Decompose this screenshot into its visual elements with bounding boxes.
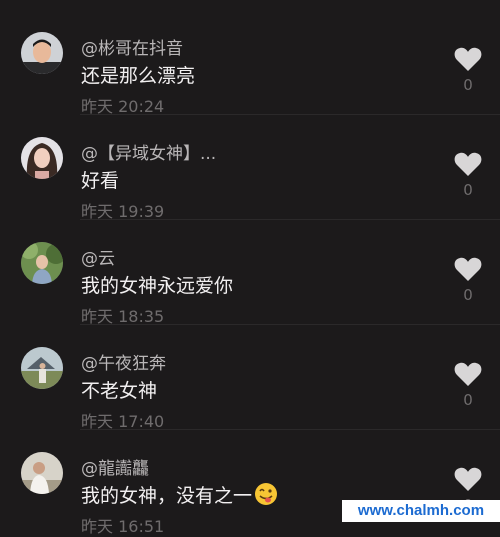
like-count: 0 [463, 391, 473, 409]
comment-list: @彬哥在抖音 还是那么漂亮 昨天 20:24 0 @【异域女神】... 好看 昨… [0, 0, 500, 536]
heart-icon [454, 257, 482, 281]
comment-text: 还是那么漂亮 [81, 65, 196, 87]
like-count: 0 [463, 76, 473, 94]
avatar[interactable] [21, 137, 63, 179]
tongue-out-face-emoji-icon [255, 483, 278, 505]
heart-icon [454, 467, 482, 491]
comment-username[interactable]: @龍讟龘 [81, 454, 149, 479]
comment-text: 我的女神，没有之一 [81, 481, 278, 508]
comment-item[interactable]: @午夜狂奔 不老女神 昨天 17:40 0 [0, 325, 500, 431]
comment-text: 不老女神 [81, 380, 158, 402]
avatar[interactable] [21, 347, 63, 389]
watermark: www.chalmh.com [342, 500, 500, 522]
comment-item[interactable]: @彬哥在抖音 还是那么漂亮 昨天 20:24 0 [0, 10, 500, 116]
comment-item[interactable]: @云 我的女神永远爱你 昨天 18:35 0 [0, 220, 500, 326]
like-count: 0 [463, 181, 473, 199]
like-button[interactable]: 0 [452, 46, 484, 106]
like-button[interactable]: 0 [452, 361, 484, 421]
comment-username[interactable]: @午夜狂奔 [81, 349, 166, 374]
comment-username[interactable]: @【异域女神】... [81, 139, 216, 164]
heart-icon [454, 362, 482, 386]
comment-item[interactable]: @【异域女神】... 好看 昨天 19:39 0 [0, 115, 500, 221]
comment-text: 我的女神永远爱你 [81, 275, 234, 297]
heart-icon [454, 47, 482, 71]
like-button[interactable]: 0 [452, 151, 484, 211]
comment-username[interactable]: @彬哥在抖音 [81, 34, 183, 59]
heart-icon [454, 152, 482, 176]
comment-text: 好看 [81, 170, 120, 192]
avatar[interactable] [21, 452, 63, 494]
comment-text-content: 我的女神，没有之一 [81, 485, 253, 507]
like-button[interactable]: 0 [452, 256, 484, 316]
avatar[interactable] [21, 32, 63, 74]
like-count: 0 [463, 286, 473, 304]
comment-time: 昨天 16:51 [81, 517, 165, 536]
avatar[interactable] [21, 242, 63, 284]
comment-username[interactable]: @云 [81, 244, 115, 269]
